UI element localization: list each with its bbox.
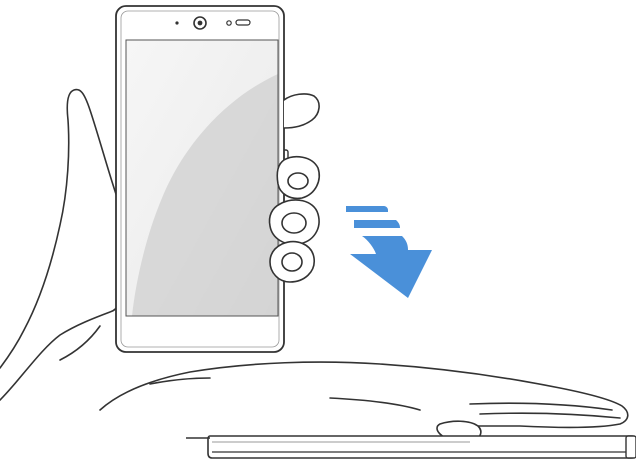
fingernail-2 bbox=[287, 172, 309, 190]
sensor-icon bbox=[175, 21, 179, 25]
phone-face-down bbox=[186, 435, 636, 459]
arrow-stripe-2 bbox=[354, 220, 400, 228]
fingernail-4 bbox=[281, 252, 303, 272]
fingernail-3 bbox=[281, 212, 307, 234]
left-thumb bbox=[0, 88, 121, 369]
speaker-icon bbox=[235, 19, 251, 26]
left-hand bbox=[0, 88, 123, 401]
proximity-sensor-icon bbox=[226, 20, 232, 26]
front-camera-lens bbox=[197, 20, 203, 26]
hand-top-contour bbox=[99, 361, 629, 429]
arrow-head bbox=[350, 236, 432, 298]
finger-1 bbox=[283, 93, 320, 129]
phone-upright bbox=[115, 5, 289, 353]
down-arrow-icon bbox=[346, 206, 432, 298]
gesture-svg bbox=[0, 5, 636, 459]
phone-flat-corner bbox=[625, 435, 636, 459]
gesture-illustration bbox=[0, 0, 636, 463]
arrow-stripe-1 bbox=[346, 206, 388, 212]
phone-flat-body bbox=[207, 435, 636, 459]
right-hand-resting bbox=[99, 361, 629, 444]
